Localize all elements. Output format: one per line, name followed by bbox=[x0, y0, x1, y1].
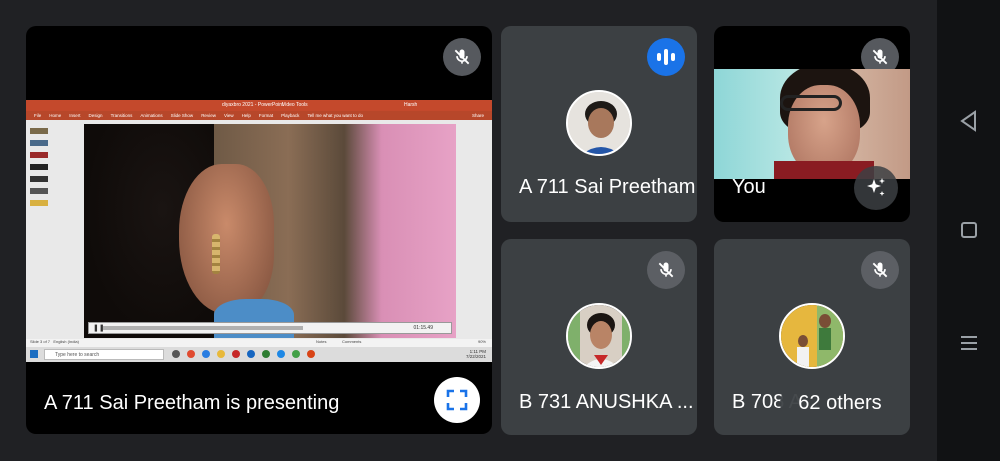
sparkle-icon bbox=[867, 178, 885, 196]
effects-button[interactable] bbox=[854, 166, 898, 210]
ribbon-tab: Home bbox=[49, 113, 62, 118]
video-tools-label: Video Tools bbox=[282, 102, 308, 108]
ribbon-tab: Insert bbox=[69, 113, 81, 118]
mic-off-icon bbox=[861, 251, 899, 289]
ribbon-tab: File bbox=[34, 113, 42, 118]
share-label: Share bbox=[471, 113, 484, 118]
fullscreen-button[interactable] bbox=[434, 377, 480, 423]
powerpoint-titlebar: diyaxbro 2021 - PowerPoint Video Tools H… bbox=[26, 100, 492, 111]
video-controls: ❚❚ 01:15.49 bbox=[88, 322, 452, 334]
participant-name: You bbox=[732, 176, 766, 198]
self-video bbox=[714, 69, 910, 179]
user-label: Harsh bbox=[404, 102, 418, 108]
status-comments: Comments bbox=[342, 339, 362, 344]
others-button[interactable]: 62 others bbox=[780, 383, 900, 423]
ribbon-tab: Design bbox=[88, 113, 103, 118]
ribbon-tab: Help bbox=[241, 113, 251, 118]
taskbar-icons bbox=[172, 350, 315, 358]
taskbar-search: Type here to search bbox=[44, 349, 164, 360]
avatar bbox=[779, 303, 845, 369]
ribbon-tab: View bbox=[223, 113, 234, 118]
search-hint: Tell me what you want to do bbox=[307, 113, 363, 118]
ribbon-tab: Transitions bbox=[110, 113, 133, 118]
home-icon[interactable] bbox=[961, 222, 977, 238]
video-progress bbox=[103, 326, 303, 330]
windows-start-icon bbox=[30, 350, 38, 358]
audio-level-icon bbox=[647, 38, 685, 76]
shared-screen: diyaxbro 2021 - PowerPoint Video Tools H… bbox=[26, 100, 492, 362]
windows-taskbar: Type here to search 1:11 PM 7/22/2021 bbox=[26, 347, 492, 362]
participant-tile[interactable]: A 711 Sai Preetham bbox=[501, 26, 697, 222]
back-icon[interactable] bbox=[959, 110, 979, 132]
participant-name: A 711 Sai Preetham bbox=[519, 176, 696, 198]
ribbon-tab: Animations bbox=[140, 113, 163, 118]
taskbar-clock: 1:11 PM 7/22/2021 bbox=[466, 349, 486, 359]
slide-video bbox=[84, 124, 456, 338]
status-zoom: 90% bbox=[477, 339, 486, 344]
glasses bbox=[780, 95, 842, 111]
status-notes: Notes bbox=[316, 339, 327, 344]
recents-icon[interactable] bbox=[959, 334, 979, 352]
ribbon-tab: Review bbox=[201, 113, 216, 118]
clock-date: 7/22/2021 bbox=[465, 354, 486, 359]
participant-name: B 731 ANUSHKA ... bbox=[519, 391, 694, 413]
earring bbox=[212, 234, 220, 274]
ribbon-tab: Slide Show bbox=[170, 113, 194, 118]
system-navigation-bar bbox=[937, 0, 1000, 461]
avatar bbox=[566, 303, 632, 369]
participant-tile-self[interactable]: You bbox=[714, 26, 910, 222]
ribbon-tab: Playback bbox=[281, 113, 300, 118]
powerpoint-title: diyaxbro 2021 - PowerPoint bbox=[222, 102, 284, 108]
status-slide: Slide 3 of 7 bbox=[30, 339, 51, 344]
expand-icon bbox=[446, 389, 468, 411]
mic-off-icon bbox=[443, 38, 481, 76]
avatar bbox=[566, 90, 632, 156]
presentation-tile[interactable]: diyaxbro 2021 - PowerPoint Video Tools H… bbox=[26, 26, 492, 434]
slide-thumbnails bbox=[28, 122, 48, 332]
powerpoint-ribbon: File Home Insert Design Transitions Anim… bbox=[26, 111, 492, 120]
powerpoint-statusbar: Slide 3 of 7 English (India) Notes Comme… bbox=[26, 339, 492, 347]
ribbon-tab: Format bbox=[258, 113, 274, 118]
mic-off-icon bbox=[647, 251, 685, 289]
video-time: 01:15.49 bbox=[413, 325, 433, 331]
status-language: English (India) bbox=[53, 339, 79, 344]
presenting-caption: A 711 Sai Preetham is presenting bbox=[44, 392, 340, 414]
participant-tile[interactable]: B 731 ANUSHKA ... bbox=[501, 239, 697, 435]
